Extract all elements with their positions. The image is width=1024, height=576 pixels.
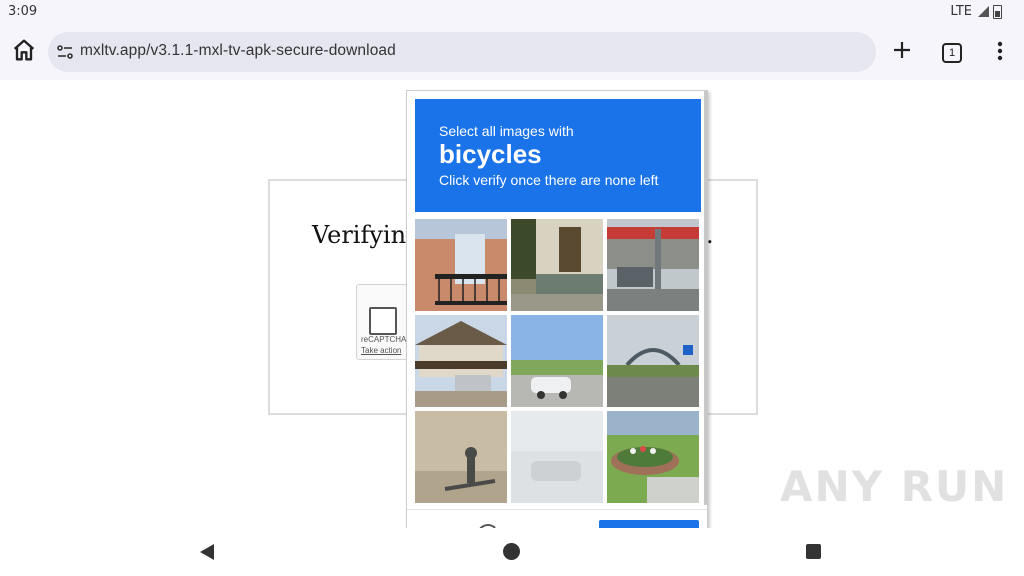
challenge-header: Select all images with bicycles Click ve… (415, 99, 701, 212)
tile-shadow-road[interactable] (415, 411, 507, 503)
tile-bridge-road[interactable] (607, 315, 699, 407)
new-tab-icon[interactable] (890, 38, 914, 62)
home-circle-icon[interactable] (503, 543, 520, 560)
signal-icon (978, 6, 989, 17)
challenge-scrollbar[interactable] (704, 91, 708, 505)
network-label: LTE (950, 4, 972, 19)
challenge-instruction: Select all images with (439, 123, 574, 139)
image-grid (415, 219, 705, 509)
challenge-target: bicycles (439, 139, 542, 169)
status-bar: 3:09 LTE (0, 0, 1024, 24)
status-time: 3:09 (8, 4, 38, 19)
watermark-logo: ANY RUN (780, 462, 1009, 511)
recaptcha-checkbox[interactable] (369, 307, 397, 335)
challenge-subtext: Click verify once there are none left (439, 172, 659, 188)
recaptcha-action-link[interactable]: Take action (361, 346, 401, 355)
recaptcha-label: reCAPTCHA (361, 335, 407, 344)
tile-carport-house[interactable] (415, 315, 507, 407)
tile-flower-bed[interactable] (607, 411, 699, 503)
status-indicators: LTE (950, 4, 1002, 19)
back-icon[interactable] (200, 544, 214, 560)
challenge-footer (407, 509, 707, 528)
verify-button[interactable] (599, 520, 699, 528)
recents-icon[interactable] (806, 544, 821, 559)
home-icon[interactable] (10, 36, 38, 64)
tile-parked-cars-field[interactable] (511, 315, 603, 407)
tile-faded-parking[interactable] (511, 411, 603, 503)
page-content: Verifying . reCAPTCHA Take action Select… (0, 80, 1024, 528)
site-settings-icon[interactable] (56, 43, 74, 61)
recaptcha-challenge: Select all images with bicycles Click ve… (406, 90, 708, 528)
battery-icon (993, 4, 1002, 19)
tile-gas-station[interactable] (607, 219, 699, 311)
tab-switcher-button[interactable]: 1 (942, 43, 962, 63)
browser-toolbar: mxltv.app/v3.1.1-mxl-tv-apk-secure-downl… (0, 24, 1024, 81)
verify-heading: Verifying (312, 221, 422, 249)
tile-house-entrance[interactable] (511, 219, 603, 311)
url-text[interactable]: mxltv.app/v3.1.1-mxl-tv-apk-secure-downl… (80, 42, 396, 60)
tile-building-balcony[interactable] (415, 219, 507, 311)
more-options-icon[interactable] (990, 38, 1010, 64)
address-bar[interactable]: mxltv.app/v3.1.1-mxl-tv-apk-secure-downl… (48, 32, 876, 72)
system-nav-bar (0, 528, 1024, 576)
